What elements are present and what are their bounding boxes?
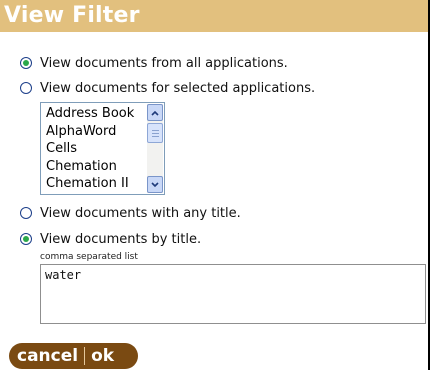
scroll-down-button[interactable] [147,176,163,193]
option-selected-applications[interactable]: View documents for selected applications… [20,78,315,98]
list-item[interactable]: Chemation [46,158,134,176]
list-item[interactable]: Chemation II [46,175,134,193]
applications-list: Address Book AlphaWord Cells Chemation C… [46,105,134,193]
radio-selected-applications[interactable] [20,82,32,94]
option-all-applications-label: View documents from all applications. [40,55,288,71]
action-button-group: cancel ok [9,343,138,369]
option-by-title[interactable]: View documents by title. [20,229,201,249]
list-item[interactable]: Address Book [46,105,134,123]
list-item[interactable]: Cells [46,140,134,158]
title-list-hint: comma separated list [40,252,138,262]
option-all-applications[interactable]: View documents from all applications. [20,53,288,73]
panel-title: View Filter [4,3,140,28]
option-any-title[interactable]: View documents with any title. [20,203,241,223]
radio-selected-dot [23,60,29,66]
ok-button[interactable]: ok [85,343,124,369]
applications-listbox[interactable]: Address Book AlphaWord Cells Chemation C… [40,102,165,195]
listbox-scrollbar[interactable] [147,104,163,193]
option-by-title-label: View documents by title. [40,231,202,247]
panel-header: View Filter [0,0,428,32]
scroll-up-button[interactable] [147,104,163,121]
chevron-up-icon [151,110,159,116]
list-item[interactable]: AlphaWord [46,123,134,141]
cancel-button[interactable]: cancel [9,343,84,369]
radio-by-title[interactable] [20,233,32,245]
scroll-thumb[interactable] [147,123,163,143]
radio-all-applications[interactable] [20,57,32,69]
view-filter-panel: View Filter View documents from all appl… [0,0,430,370]
radio-any-title[interactable] [20,207,32,219]
title-filter-textarea[interactable]: water [40,264,426,324]
option-selected-applications-label: View documents for selected applications… [40,80,316,96]
chevron-down-icon [151,181,159,187]
radio-selected-dot [23,236,29,242]
option-any-title-label: View documents with any title. [40,205,241,221]
